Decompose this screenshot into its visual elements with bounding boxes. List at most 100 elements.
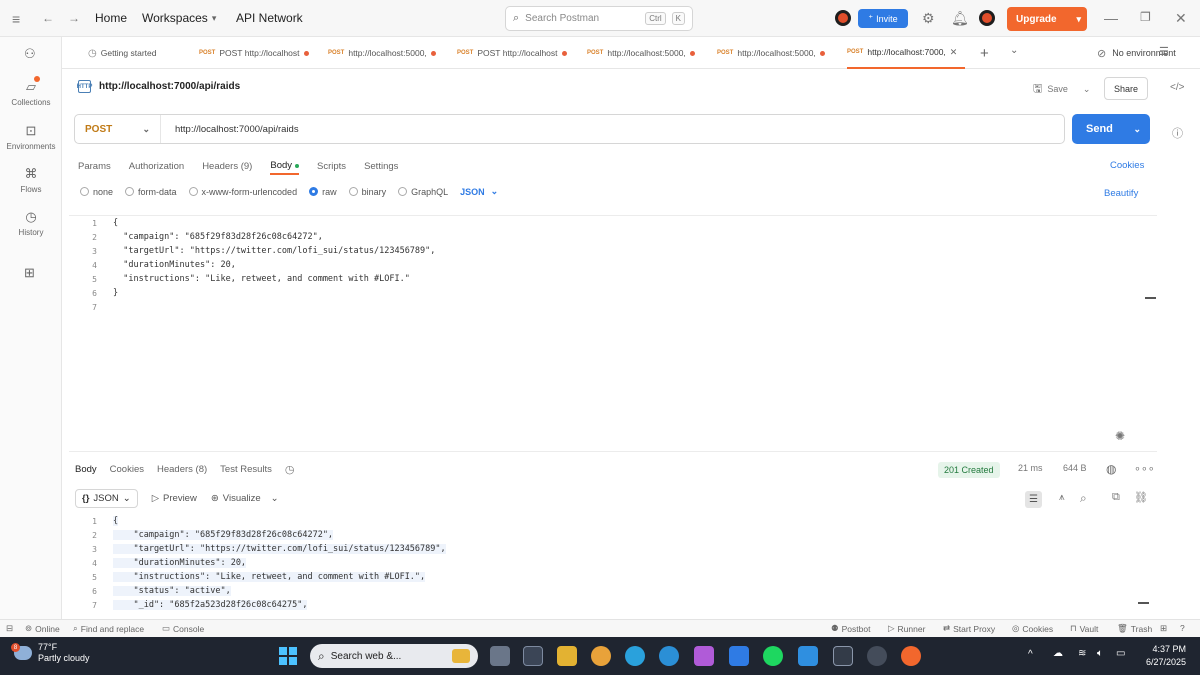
tab-request[interactable]: POST http://localhost:5000, <box>587 37 712 69</box>
status-badge[interactable]: 201 Created <box>938 462 1000 478</box>
body-format-select[interactable]: JSON ⌄ <box>460 186 498 197</box>
tray-chevron-icon[interactable]: ^ <box>1028 649 1033 660</box>
menu-icon[interactable]: ≡ <box>12 11 20 27</box>
more-options-icon[interactable]: ∘∘∘ <box>1134 462 1155 475</box>
send-button[interactable]: Send ⌄ <box>1072 114 1150 144</box>
globe-icon[interactable]: ◍ <box>1106 462 1116 476</box>
editor-scrollbar[interactable] <box>1144 215 1157 452</box>
tab-response-cookies[interactable]: Cookies <box>110 464 144 475</box>
bell-icon[interactable]: 🔔︎ <box>951 10 969 27</box>
vscode-icon[interactable] <box>798 646 818 666</box>
find-replace-button[interactable]: ⌕ Find and replace <box>73 623 144 634</box>
copy-icon[interactable]: ⧉ <box>1112 491 1120 504</box>
wifi-icon[interactable]: ≋ <box>1078 648 1086 659</box>
tab-body[interactable]: Body <box>270 158 300 175</box>
layout-icon[interactable]: ⊞ <box>1160 623 1167 634</box>
environment-quick-look-icon[interactable]: ☰ <box>1159 45 1169 58</box>
online-status[interactable]: ⊚ Online <box>25 623 60 634</box>
nav-api-network[interactable]: API Network <box>236 11 303 25</box>
user-avatar[interactable] <box>979 10 995 26</box>
new-tab-icon[interactable]: + <box>980 45 989 62</box>
edge-icon[interactable] <box>659 646 679 666</box>
search-bar[interactable]: ⌕ Search Postman Ctrl K <box>505 6 693 31</box>
radio-binary[interactable]: binary <box>348 187 386 197</box>
filter-icon[interactable]: ⩚ <box>1059 492 1065 503</box>
tab-settings[interactable]: Settings <box>364 158 398 175</box>
minimize-icon[interactable]: — <box>1104 10 1118 26</box>
tab-request[interactable]: POST POST http://localhost <box>457 37 582 69</box>
upgrade-button[interactable]: Upgrade ▾ <box>1007 7 1087 31</box>
preview-button[interactable]: ▷ Preview <box>152 493 197 504</box>
link-icon[interactable]: ⛓︎ <box>1134 491 1148 504</box>
response-time[interactable]: 21 ms <box>1018 463 1043 473</box>
chrome-icon[interactable] <box>591 646 611 666</box>
sidebar-item-history[interactable]: ◷ History <box>0 209 62 237</box>
tab-getting-started[interactable]: ◷ Getting started <box>88 37 194 69</box>
tab-request[interactable]: POST POST http://localhost <box>199 37 321 69</box>
history-icon[interactable]: ◷ <box>285 463 295 476</box>
tab-response-headers[interactable]: Headers (8) <box>157 464 207 475</box>
radio-urlencoded[interactable]: x-www-form-urlencoded <box>188 187 297 197</box>
method-select[interactable]: POST ⌄ <box>75 115 161 143</box>
visualize-button[interactable]: ⊛ Visualize ⌄ <box>211 493 279 504</box>
trash-button[interactable]: 🗑︎ Trash <box>1117 623 1152 634</box>
spotify-icon[interactable] <box>763 646 783 666</box>
chevron-down-icon[interactable]: ⌄ <box>1133 124 1141 135</box>
forward-arrow-icon[interactable]: → <box>68 11 80 25</box>
tab-request[interactable]: POST http://localhost:5000, <box>717 37 842 69</box>
chatgpt-icon[interactable] <box>867 646 887 666</box>
clock[interactable]: 4:37 PM 6/27/2025 <box>1146 643 1186 669</box>
tab-headers[interactable]: Headers (9) <box>202 158 252 175</box>
toggle-sidebar-icon[interactable]: ⊟ <box>6 623 13 634</box>
response-scrollbar-thumb[interactable] <box>1138 602 1149 604</box>
workspace-users-icon[interactable]: ⚇ <box>24 46 36 62</box>
close-icon[interactable]: ✕ <box>1175 10 1187 27</box>
taskbar-search[interactable]: ⌕ Search web &... <box>310 644 478 668</box>
ai-assist-icon[interactable]: ✺ <box>1115 429 1125 443</box>
vault-button[interactable]: ⊓ Vault <box>1070 623 1098 634</box>
nav-workspaces[interactable]: Workspaces ▾ <box>142 11 216 25</box>
maximize-icon[interactable]: ❐ <box>1140 10 1151 24</box>
radio-none[interactable]: none <box>80 187 113 197</box>
terminal-icon[interactable] <box>833 646 853 666</box>
cloud-icon[interactable]: ☁ <box>1053 648 1063 659</box>
cookies-link[interactable]: Cookies <box>1110 160 1144 171</box>
request-body-editor[interactable]: 1{ 2 "campaign": "685f29f83d28f26c08c642… <box>69 215 1157 452</box>
telegram-icon[interactable] <box>625 646 645 666</box>
save-button[interactable]: 🖫︎ Save ⌄ <box>1033 79 1090 99</box>
tab-test-results[interactable]: Test Results <box>220 464 272 475</box>
invite-button[interactable]: ⁺ Invite <box>858 9 908 28</box>
scrollbar-thumb[interactable] <box>1145 297 1156 299</box>
tab-authorization[interactable]: Authorization <box>129 158 184 175</box>
url-input[interactable] <box>175 123 1035 135</box>
postbot-button[interactable]: ⚉ Postbot <box>831 623 870 634</box>
documentation-icon[interactable]: ⓘ <box>1172 125 1183 141</box>
request-title[interactable]: http://localhost:7000/api/raids <box>99 81 240 92</box>
code-snippet-icon[interactable]: </> <box>1170 82 1184 93</box>
weather-widget[interactable]: 8 77°F Partly cloudy <box>11 642 90 664</box>
sidebar-item-environments[interactable]: ⊡ Environments <box>0 123 62 151</box>
tab-response-body[interactable]: Body <box>75 464 97 475</box>
volume-icon[interactable]: 🔈︎ <box>1097 648 1103 659</box>
radio-form-data[interactable]: form-data <box>125 187 177 197</box>
store-icon[interactable] <box>729 646 749 666</box>
beautify-link[interactable]: Beautify <box>1104 188 1138 199</box>
settings-icon[interactable]: ⚙ <box>922 10 935 27</box>
close-tab-icon[interactable]: ✕ <box>950 47 958 58</box>
file-explorer-icon[interactable] <box>557 646 577 666</box>
tab-request[interactable]: POST http://localhost:5000, <box>328 37 452 69</box>
cookies-button[interactable]: ◎ Cookies <box>1012 623 1053 634</box>
console-button[interactable]: ▭ Console <box>162 623 204 634</box>
response-size[interactable]: 644 B <box>1063 463 1087 473</box>
battery-icon[interactable]: ▭ <box>1116 648 1125 659</box>
response-format-select[interactable]: {} JSON ⌄ <box>75 489 138 508</box>
response-body-viewer[interactable]: 1{ 2 "campaign": "685f29f83d28f26c08c642… <box>69 512 1157 612</box>
start-proxy-button[interactable]: ⇄ Start Proxy <box>943 623 995 634</box>
task-view-icon[interactable] <box>490 646 510 666</box>
wrap-lines-icon[interactable]: ☰ <box>1025 491 1042 508</box>
postman-taskbar-icon[interactable] <box>901 646 921 666</box>
radio-graphql[interactable]: GraphQL <box>398 187 448 197</box>
windows-start-icon[interactable] <box>279 647 297 665</box>
team-avatar[interactable] <box>835 10 851 26</box>
tab-list-chevron-icon[interactable]: ⌄ <box>1010 45 1018 56</box>
